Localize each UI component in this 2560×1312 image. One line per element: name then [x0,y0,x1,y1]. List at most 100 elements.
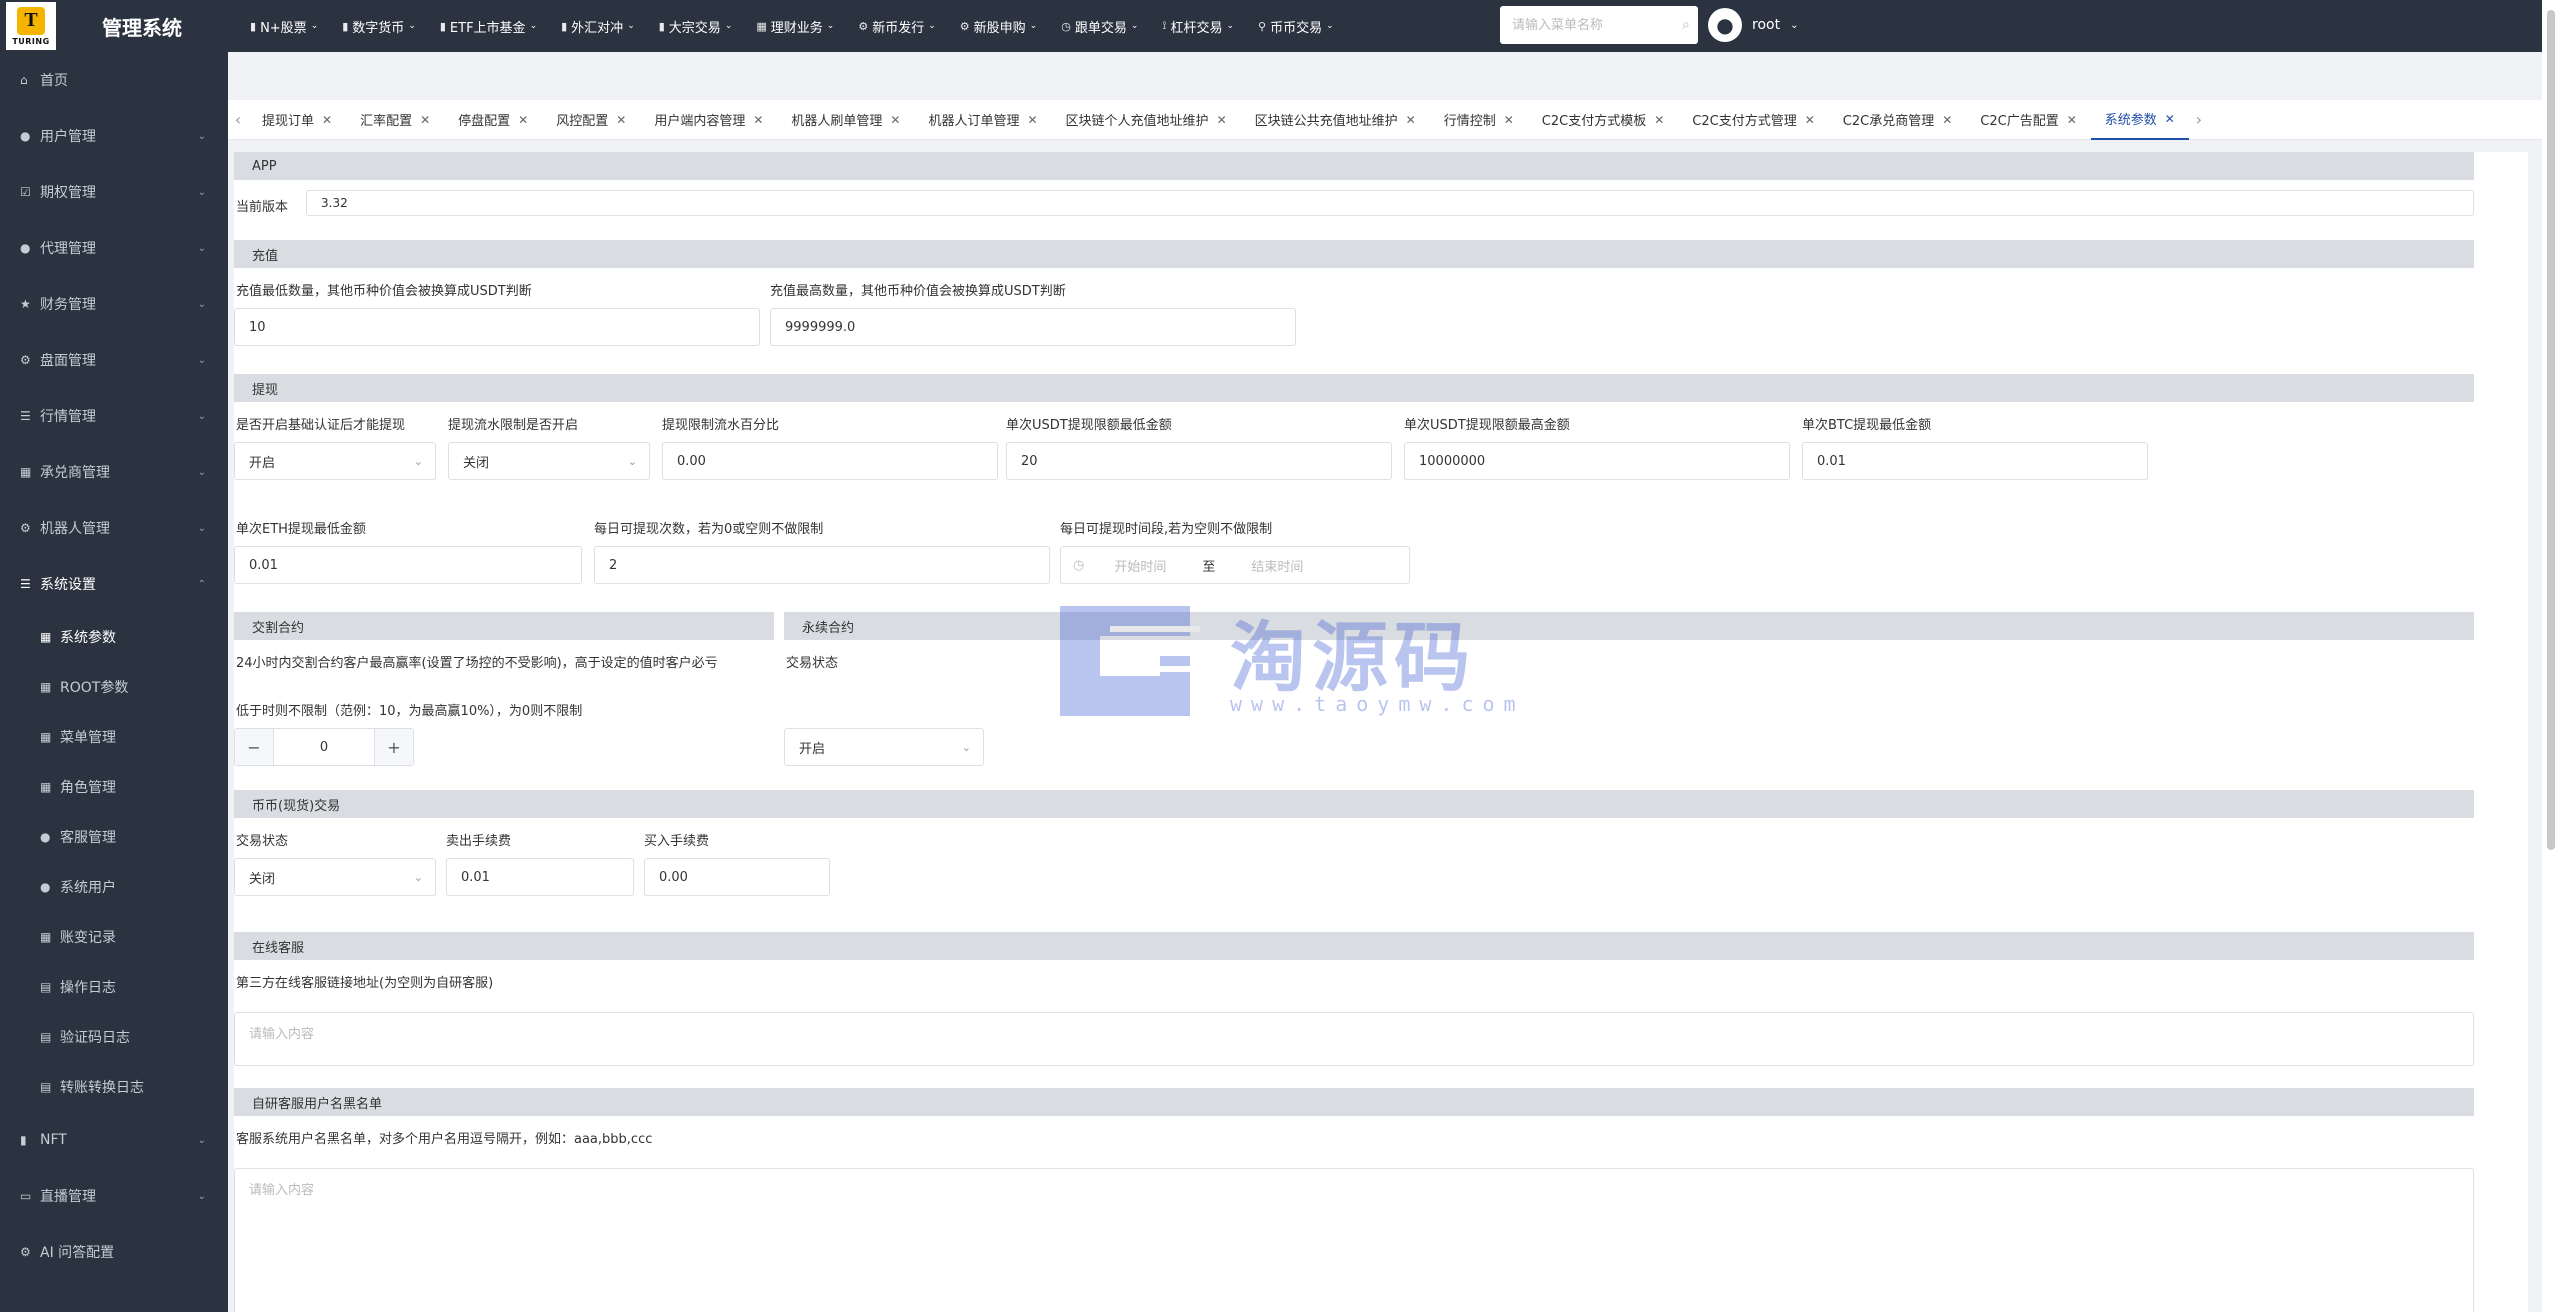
topnav-item[interactable]: ▮ 外汇对冲 ⌄ [561,17,635,36]
tabs-scroll-left-icon[interactable]: ‹ [228,110,248,129]
sidebar-subitem[interactable]: ▤ 操作日志 [0,962,228,1012]
sidebar-item[interactable]: ▮ NFT ⌄ [0,1112,228,1168]
sidebar-item[interactable]: ⚙ AI 问答配置 [0,1224,228,1280]
tab[interactable]: 汇率配置 ✕ [346,100,444,140]
close-icon[interactable]: ✕ [1654,113,1664,127]
sidebar-item[interactable]: ▭ 直播管理 ⌄ [0,1168,228,1224]
close-icon[interactable]: ✕ [322,113,332,127]
menu-search-input[interactable] [1512,17,1682,33]
recharge-max-field[interactable]: 9999999.0 [770,308,1296,346]
daily-count-field[interactable]: 2 [594,546,1050,584]
sidebar-subitem[interactable]: ▦ 角色管理 [0,762,228,812]
close-icon[interactable]: ✕ [1805,113,1815,127]
close-icon[interactable]: ✕ [518,113,528,127]
sell-fee-field[interactable]: 0.01 [446,858,634,896]
sidebar-item[interactable]: ☰ 系统设置 ⌃ [0,556,228,612]
sidebar-item[interactable]: ⌂ 首页 [0,52,228,108]
tab[interactable]: 机器人刷单管理 ✕ [777,100,914,140]
close-icon[interactable]: ✕ [1027,113,1037,127]
user-menu[interactable]: ● root ⌄ [1708,6,1798,44]
sidebar-item[interactable]: ★ 财务管理 ⌄ [0,276,228,332]
close-icon[interactable]: ✕ [1504,113,1514,127]
scroll-thumb[interactable] [2547,10,2555,850]
tab[interactable]: 用户端内容管理 ✕ [640,100,777,140]
version-field[interactable]: 3.32 [306,190,2474,216]
sidebar-item[interactable]: ☑ 期权管理 ⌄ [0,164,228,220]
flow-limit-select[interactable]: 关闭 ⌄ [448,442,650,480]
buy-fee-field[interactable]: 0.00 [644,858,830,896]
close-icon[interactable]: ✕ [1217,113,1227,127]
topnav-item[interactable]: ⟟ 杠杆交易 ⌄ [1162,17,1234,36]
topnav-item[interactable]: ◷ 跟单交易 ⌄ [1061,17,1138,36]
tab[interactable]: 行情控制 ✕ [1430,100,1528,140]
topnav-item[interactable]: ⚙ 新股申购 ⌄ [960,17,1037,36]
blacklist-input[interactable]: 请输入内容 [234,1168,2474,1312]
sidebar-item[interactable]: ▦ 承兑商管理 ⌄ [0,444,228,500]
topnav-item[interactable]: ⚲ 币币交易 ⌄ [1258,17,1334,36]
flow-pct-field[interactable]: 0.00 [662,442,998,480]
topnav-item[interactable]: ▮ 大宗交易 ⌄ [659,17,733,36]
delivery-win-rate-stepper[interactable]: − 0 + [234,728,414,766]
usdt-max-field[interactable]: 10000000 [1404,442,1790,480]
sidebar-subitem[interactable]: ▦ 菜单管理 [0,712,228,762]
menu-search[interactable]: ⌕ [1500,6,1698,44]
tab[interactable]: 风控配置 ✕ [542,100,640,140]
perpetual-status-select[interactable]: 开启 ⌄ [784,728,984,766]
sidebar-subitem[interactable]: ● 客服管理 [0,812,228,862]
time-end[interactable]: 结束时间 [1251,556,1303,575]
sidebar-subitem[interactable]: ▦ 账变记录 [0,912,228,962]
sidebar-item[interactable]: ⚙ 盘面管理 ⌄ [0,332,228,388]
close-icon[interactable]: ✕ [616,113,626,127]
tab[interactable]: C2C支付方式模板 ✕ [1528,100,1679,140]
eth-min-field[interactable]: 0.01 [234,546,582,584]
avatar[interactable]: ● [1708,8,1742,42]
sidebar-subitem[interactable]: ▦ 系统参数 [0,612,228,662]
close-icon[interactable]: ✕ [420,113,430,127]
usdt-min-field[interactable]: 20 [1006,442,1392,480]
close-icon[interactable]: ✕ [1942,113,1952,127]
sidebar-item[interactable]: ☰ 行情管理 ⌄ [0,388,228,444]
time-start[interactable]: 开始时间 [1114,556,1166,575]
topnav-item[interactable]: ▮ 数字货币 ⌄ [342,17,416,36]
topnav-item[interactable]: ⚙ 新币发行 ⌄ [858,17,935,36]
tab[interactable]: 停盘配置 ✕ [444,100,542,140]
tab[interactable]: 提现订单 ✕ [248,100,346,140]
sidebar-subitem[interactable]: ▤ 转账转换日志 [0,1062,228,1112]
btc-min-field[interactable]: 0.01 [1802,442,2148,480]
spot-status-select[interactable]: 关闭 ⌄ [234,858,436,896]
sidebar-item[interactable]: ● 用户管理 ⌄ [0,108,228,164]
sidebar-item[interactable]: ● 代理管理 ⌄ [0,220,228,276]
close-icon[interactable]: ✕ [890,113,900,127]
logo[interactable]: T TURING [6,2,56,50]
sidebar-subitem[interactable]: ▤ 验证码日志 [0,1012,228,1062]
tab[interactable]: C2C承兑商管理 ✕ [1829,100,1967,140]
chevron-down-icon[interactable]: ⌄ [1790,20,1798,31]
increment-button[interactable]: + [375,729,413,765]
topnav-item[interactable]: ▦ 理财业务 ⌄ [756,17,834,36]
tabs-scroll-right-icon[interactable]: › [2189,110,2209,129]
sidebar-subitem[interactable]: ▦ ROOT参数 [0,662,228,712]
recharge-min-field[interactable]: 10 [234,308,760,346]
tab[interactable]: 区块链公共充值地址维护 ✕ [1241,100,1430,140]
online-service-url-input[interactable]: 请输入内容 [234,1012,2474,1066]
tab[interactable]: 系统参数 ✕ [2090,100,2189,140]
page-scrollbar[interactable] [2542,0,2560,1312]
tab[interactable]: 区块链个人充值地址维护 ✕ [1052,100,1241,140]
close-icon[interactable]: ✕ [753,113,763,127]
decrement-button[interactable]: − [235,729,273,765]
tab[interactable]: 机器人订单管理 ✕ [914,100,1051,140]
user-name[interactable]: root [1752,17,1780,33]
delivery-win-rate-value[interactable]: 0 [273,729,375,765]
topnav-item[interactable]: ▮ ETF上市基金 ⌄ [440,17,537,36]
close-icon[interactable]: ✕ [2067,113,2077,127]
sidebar-subitem[interactable]: ● 系统用户 [0,862,228,912]
time-range-picker[interactable]: ◷ 开始时间 至 结束时间 [1060,546,1410,584]
close-icon[interactable]: ✕ [1406,113,1416,127]
close-icon[interactable]: ✕ [2165,112,2175,126]
tab[interactable]: C2C支付方式管理 ✕ [1678,100,1829,140]
kyc-select[interactable]: 开启 ⌄ [234,442,436,480]
search-icon[interactable]: ⌕ [1682,17,1690,33]
topnav-item[interactable]: ▮ N+股票 ⌄ [250,17,318,36]
sidebar-item[interactable]: ⚙ 机器人管理 ⌄ [0,500,228,556]
tab[interactable]: C2C广告配置 ✕ [1966,100,2091,140]
